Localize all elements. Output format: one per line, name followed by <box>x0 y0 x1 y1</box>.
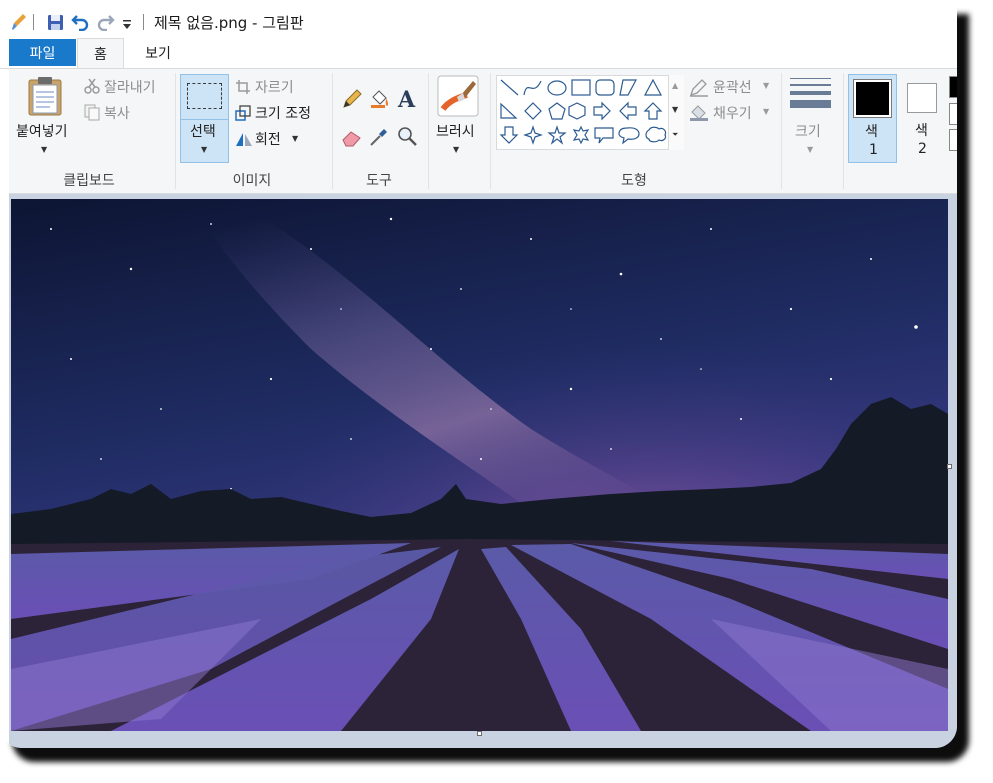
eraser-icon[interactable] <box>341 127 363 147</box>
outline-label[interactable]: 윤곽선 <box>713 77 752 97</box>
palette-color-white[interactable] <box>949 103 957 125</box>
title-separator <box>143 14 144 30</box>
size-dropdown-arrow-icon[interactable]: ▼ <box>807 145 813 154</box>
rotate-dropdown-arrow-icon[interactable]: ▼ <box>292 134 298 143</box>
paste-dropdown-arrow-icon[interactable]: ▼ <box>41 145 47 154</box>
shapes-gallery <box>496 75 683 150</box>
size-icon[interactable] <box>790 78 831 110</box>
copy-icon[interactable] <box>84 104 100 121</box>
select-dropdown-arrow-icon[interactable]: ▼ <box>201 145 207 154</box>
save-icon[interactable] <box>45 12 65 32</box>
clipboard-group-label: 클립보드 <box>63 173 115 189</box>
undo-icon[interactable] <box>70 12 90 32</box>
window-title: 제목 없음.png - 그림판 <box>154 14 304 32</box>
fill-dropdown-arrow-icon[interactable]: ▼ <box>763 107 769 116</box>
rotate-icon[interactable] <box>235 131 253 147</box>
group-separator <box>428 73 429 189</box>
color1-swatch-frame <box>853 79 892 118</box>
resize-label[interactable]: 크기 조정 <box>255 103 311 123</box>
shapes-scroll[interactable]: ▲ ▼ ⏷ <box>668 75 684 150</box>
lavender-night-photo <box>11 199 948 731</box>
select-icon <box>187 83 222 109</box>
crop-label[interactable]: 자르기 <box>255 77 294 97</box>
copy-label[interactable]: 복사 <box>104 103 130 123</box>
color2-index: 2 <box>918 141 927 157</box>
image-group-label: 이미지 <box>232 173 272 189</box>
tab-home[interactable]: 홈 <box>77 38 124 68</box>
magnifier-icon[interactable] <box>397 126 419 148</box>
group-separator <box>175 73 176 189</box>
paint-app-icon[interactable] <box>10 12 28 32</box>
redo-icon[interactable] <box>96 12 116 32</box>
canvas-area[interactable] <box>9 194 957 748</box>
size-label[interactable]: 크기 <box>795 121 821 141</box>
rotate-label[interactable]: 회전 <box>255 129 281 149</box>
paste-label[interactable]: 붙여넣기 <box>16 121 68 141</box>
cut-label[interactable]: 잘라내기 <box>104 77 156 97</box>
group-separator <box>843 73 844 189</box>
color2-button[interactable]: 색 2 <box>902 74 940 163</box>
color1-swatch <box>856 82 889 115</box>
title-separator <box>33 14 34 30</box>
resize-handle-right[interactable] <box>947 464 952 469</box>
svg-text:A: A <box>397 87 416 111</box>
select-label[interactable]: 선택 <box>190 121 216 141</box>
color2-swatch <box>907 83 937 113</box>
shapes-expand-icon[interactable]: ⏷ <box>672 130 678 140</box>
shapes-icons[interactable] <box>497 76 683 150</box>
customize-toolbar-icon[interactable] <box>120 14 134 34</box>
palette-color-empty[interactable] <box>949 129 957 151</box>
group-separator <box>490 73 491 189</box>
tab-view[interactable]: 보기 <box>132 39 184 66</box>
clipboard-icon <box>28 77 62 116</box>
palette-color-black[interactable] <box>949 76 957 98</box>
color-picker-icon[interactable] <box>368 126 390 148</box>
ribbon-tabs: 파일 홈 보기 <box>0 38 957 69</box>
brush-dropdown-arrow-icon[interactable]: ▼ <box>453 145 459 154</box>
image-canvas[interactable] <box>11 199 948 731</box>
color1-label: 색 <box>865 124 878 140</box>
resize-icon[interactable] <box>235 105 251 121</box>
fill-icon[interactable] <box>368 88 390 110</box>
group-separator <box>781 73 782 189</box>
color1-index: 1 <box>869 142 878 158</box>
crop-icon[interactable] <box>235 79 251 95</box>
shapes-scroll-down-icon[interactable]: ▼ <box>672 105 678 114</box>
paste-button[interactable] <box>26 76 64 116</box>
tools-group-label: 도구 <box>366 173 392 189</box>
text-icon[interactable]: A <box>397 87 419 111</box>
outline-dropdown-arrow-icon[interactable]: ▼ <box>763 81 769 90</box>
group-separator <box>332 73 333 189</box>
select-button[interactable]: 선택 ▼ <box>180 74 229 163</box>
shapes-scroll-up-icon[interactable]: ▲ <box>672 81 678 90</box>
paint-window: 제목 없음.png - 그림판 파일 홈 보기 붙여넣기 ▼ 잘라내기 복사 클… <box>0 0 957 748</box>
brush-label[interactable]: 브러시 <box>436 121 475 141</box>
tab-file[interactable]: 파일 <box>9 39 76 66</box>
title-bar: 제목 없음.png - 그림판 <box>0 0 957 40</box>
fill-label[interactable]: 채우기 <box>713 103 752 123</box>
resize-handle-bottom[interactable] <box>477 731 482 736</box>
color2-label: 색 <box>915 123 928 139</box>
shapes-group-label: 도형 <box>621 173 647 189</box>
brush-icon[interactable] <box>437 75 479 117</box>
ribbon-home: 붙여넣기 ▼ 잘라내기 복사 클립보드 선택 ▼ 자르기 크기 조정 회전 ▼ … <box>9 69 957 194</box>
pencil-icon[interactable] <box>341 88 363 110</box>
cut-icon[interactable] <box>84 78 100 94</box>
color1-button[interactable]: 색 1 <box>848 74 897 163</box>
outline-icon[interactable] <box>689 79 709 97</box>
select-split-line <box>181 119 228 120</box>
shape-fill-icon[interactable] <box>689 104 709 122</box>
